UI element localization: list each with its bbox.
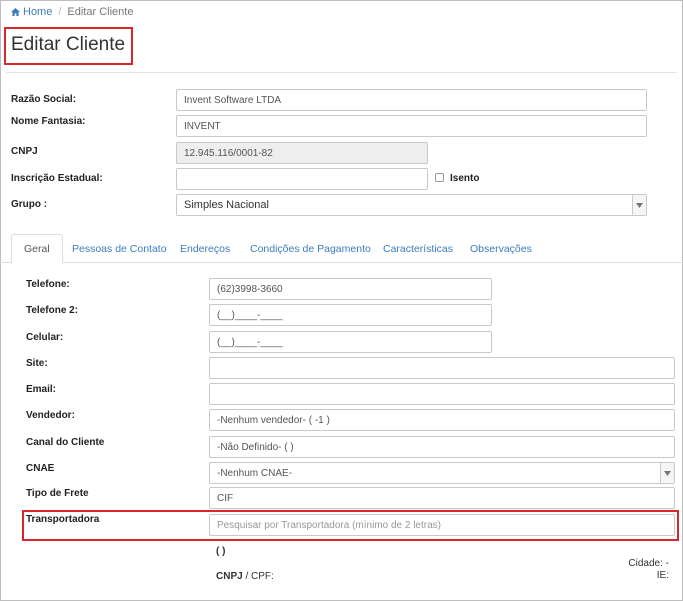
cnpj-label: CNPJ [11,146,38,157]
razao-social-label: Razão Social: [11,94,77,105]
celular-input[interactable]: (__)____-____ [209,331,492,353]
cnae-select-arrow[interactable] [660,463,674,483]
breadcrumb-home-label: Home [23,6,53,18]
grupo-select[interactable]: Simples Nacional [176,194,647,216]
tab-geral-label: Geral [24,243,50,255]
transportadora-parens: ( ) [216,546,226,557]
vendedor-input[interactable]: -Nenhum vendedor- ( -1 ) [209,409,675,431]
telefone2-label: Telefone 2: [26,305,79,316]
tab-condicoes-pagamento[interactable]: Condições de Pagamento [238,234,383,263]
title-divider [6,72,677,73]
nome-fantasia-input[interactable]: INVENT [176,115,647,137]
cnae-label: CNAE [26,463,55,474]
cpf-label: / CPF: [245,571,274,582]
email-input[interactable] [209,383,675,405]
vendedor-label: Vendedor: [26,410,75,421]
chevron-down-icon [636,202,643,208]
grupo-label: Grupo : [11,199,48,210]
tab-enderecos-label: Endereços [180,242,231,255]
tab-condicoes-label: Condições de Pagamento [250,242,371,255]
razao-social-input[interactable]: Invent Software LTDA [176,89,647,111]
inscricao-estadual-label: Inscrição Estadual: [11,173,103,184]
tab-enderecos[interactable]: Endereços [168,234,242,263]
celular-label: Celular: [26,332,64,343]
cnae-select[interactable]: -Nenhum CNAE- [209,462,675,484]
breadcrumb-current: Editar Cliente [67,6,134,18]
tipo-frete-input[interactable]: CIF [209,487,675,509]
telefone-label: Telefone: [26,279,70,290]
canal-cliente-input[interactable]: -Não Definido- ( ) [209,436,675,458]
tab-pessoas-de-contato[interactable]: Pessoas de Contato [60,234,179,263]
isento-label: Isento [450,173,480,184]
tab-observacoes-label: Observações [470,242,532,255]
site-input[interactable] [209,357,675,379]
tipo-frete-label: Tipo de Frete [26,488,89,499]
tab-caracteristicas[interactable]: Características [371,234,465,263]
email-label: Email: [26,384,57,395]
transportadora-search-input[interactable]: Pesquisar por Transportadora (mínimo de … [209,514,675,536]
breadcrumb-separator: / [58,6,62,18]
home-icon [11,8,20,16]
transportadora-cidade: Cidade: - [628,558,669,569]
page-title: Editar Cliente [11,34,126,55]
cnpj-input: 12.945.116/0001-82 [176,142,428,164]
breadcrumb-home-link[interactable]: Home [11,6,52,18]
tab-observacoes[interactable]: Observações [458,234,544,263]
telefone-input[interactable]: (62)3998-3660 [209,278,492,300]
transportadora-label: Transportadora [26,514,100,525]
cnae-select-value: -Nenhum CNAE- [217,467,293,479]
transportadora-ie: IE: [656,570,669,581]
canal-cliente-label: Canal do Cliente [26,437,105,448]
grupo-select-arrow[interactable] [632,195,646,215]
breadcrumb: Home / Editar Cliente [11,6,133,18]
site-label: Site: [26,358,48,369]
grupo-select-value: Simples Nacional [184,199,269,211]
tab-bar: Geral Pessoas de Contato Endereços Condi… [0,234,683,264]
tab-pessoas-label: Pessoas de Contato [72,242,167,255]
inscricao-estadual-input[interactable] [176,168,428,190]
isento-checkbox[interactable] [435,173,444,182]
cnpj-bold-label: CNPJ [216,571,243,582]
tab-geral[interactable]: Geral [11,234,63,264]
tab-caracteristicas-label: Características [383,242,454,255]
chevron-down-icon [664,470,671,476]
nome-fantasia-label: Nome Fantasia: [11,116,86,127]
telefone2-input[interactable]: (__)____-____ [209,304,492,326]
transportadora-cnpj: CNPJ / CPF: [216,571,274,582]
